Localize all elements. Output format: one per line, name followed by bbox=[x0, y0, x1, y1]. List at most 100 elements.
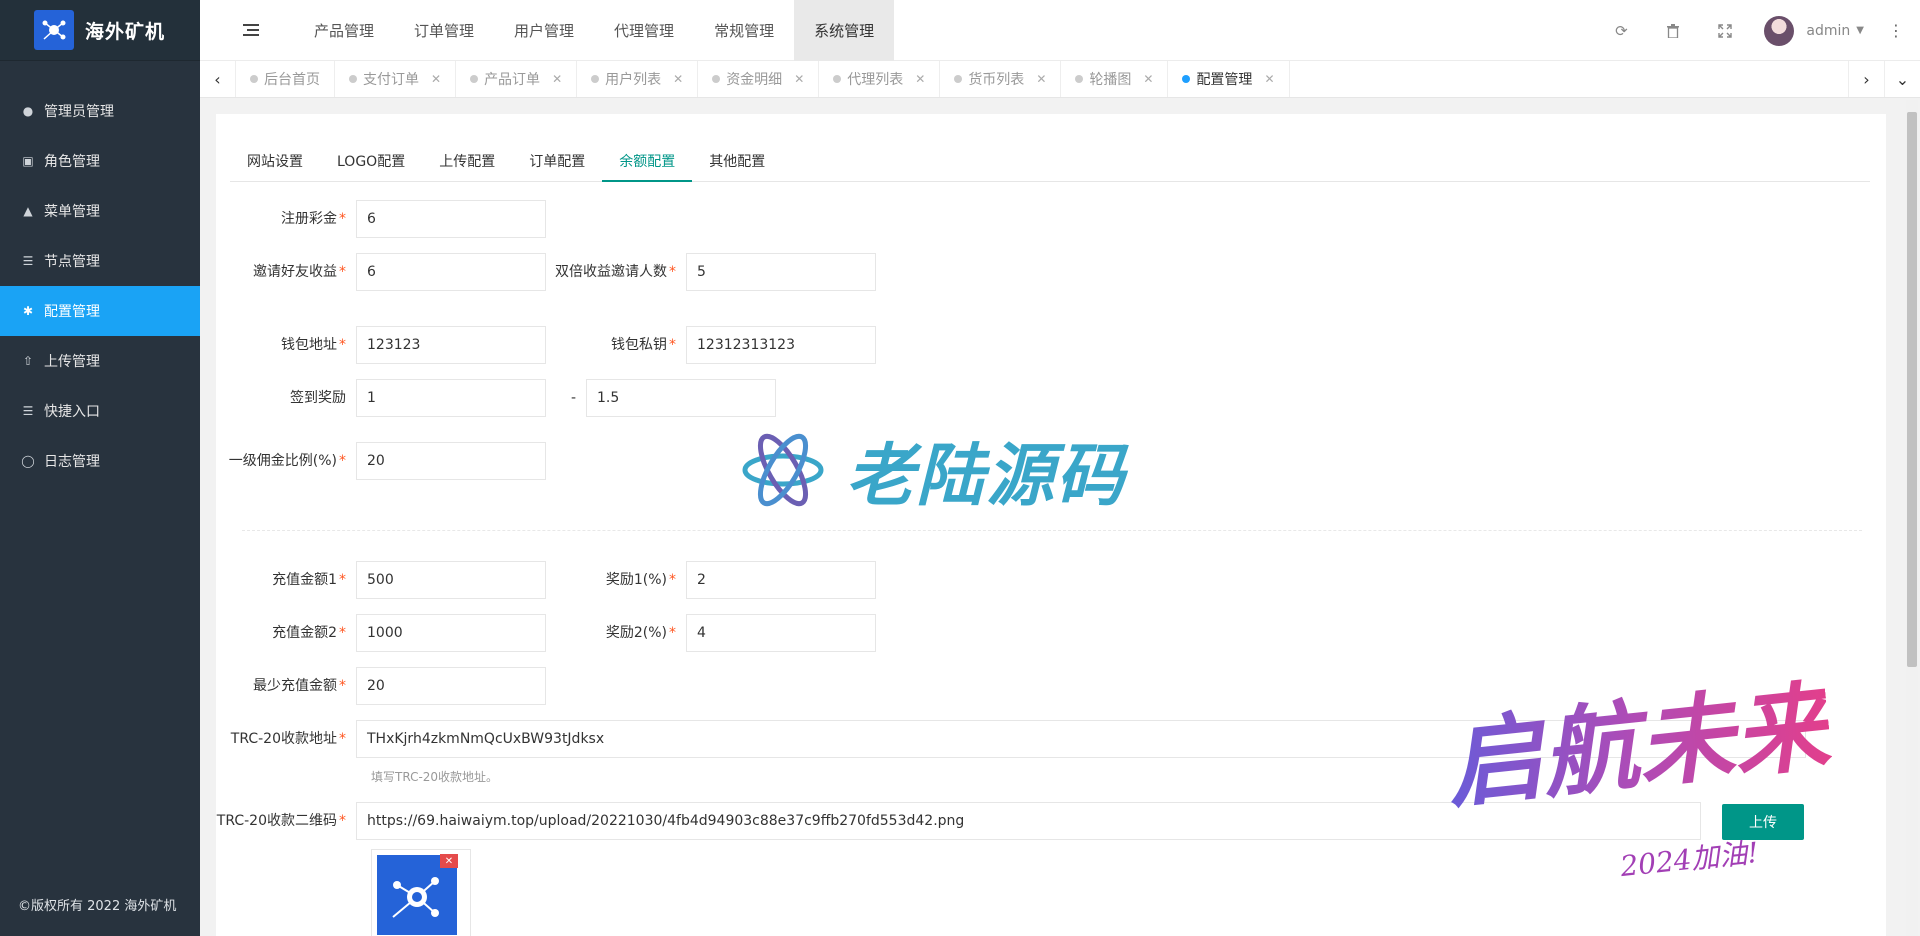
page-tab-config[interactable]: 配置管理 ✕ bbox=[1168, 61, 1290, 97]
sidebar-item-admin[interactable]: ● 管理员管理 bbox=[0, 86, 200, 136]
menu-toggle-icon[interactable] bbox=[236, 15, 266, 45]
qr-thumbnail[interactable]: ✕ bbox=[371, 849, 471, 936]
field-label: 钱包地址 * bbox=[281, 337, 346, 353]
page-tab-home[interactable]: 后台首页 bbox=[236, 61, 335, 97]
sidebar-item-menu[interactable]: ▲ 菜单管理 bbox=[0, 186, 200, 236]
field-recharge1: 充值金额1 * 500 bbox=[216, 561, 546, 599]
page-tab-funds[interactable]: 资金明细 ✕ bbox=[698, 61, 820, 97]
field-label: TRC-20收款二维码 * bbox=[216, 813, 346, 829]
checkin-reward-max-input[interactable]: 1.5 bbox=[586, 379, 776, 417]
header-right: ⟳ admin ▼ ⋮ bbox=[1608, 0, 1920, 61]
level1-commission-input[interactable]: 20 bbox=[356, 442, 546, 480]
sidebar-menu: ● 管理员管理 ▣ 角色管理 ▲ 菜单管理 ☰ 节点管理 ✱ 配置管理 ⇧ 上传管理 ☰ 快捷… bbox=[0, 86, 200, 486]
sidebar-item-upload[interactable]: ⇧ 上传管理 bbox=[0, 336, 200, 386]
sidebar-item-label: 角色管理 bbox=[44, 154, 100, 170]
field-min-recharge: 最少充值金额 * 20 bbox=[216, 667, 546, 705]
more-icon[interactable]: ⋮ bbox=[1888, 21, 1904, 40]
sidebar-item-label: 日志管理 bbox=[44, 454, 100, 470]
close-icon[interactable]: ✕ bbox=[1264, 72, 1274, 86]
delete-image-icon[interactable]: ✕ bbox=[440, 854, 458, 868]
avatar[interactable] bbox=[1764, 15, 1795, 46]
tab-dot-icon bbox=[1075, 75, 1084, 83]
min-recharge-input[interactable]: 20 bbox=[356, 667, 546, 705]
field-label: 奖励2(%) * bbox=[605, 625, 676, 641]
field-label: 钱包私钥 * bbox=[611, 337, 676, 353]
top-nav-user[interactable]: 用户管理 bbox=[494, 0, 594, 61]
recharge1-input[interactable]: 500 bbox=[356, 561, 546, 599]
form-tab-site[interactable]: 网站设置 bbox=[230, 142, 320, 182]
brand[interactable]: 海外矿机 bbox=[0, 0, 200, 61]
field-label: 注册彩金 * bbox=[281, 211, 346, 227]
form-tabs: 网站设置 LOGO配置 上传配置 订单配置 余额配置 其他配置 bbox=[230, 142, 1870, 182]
wallet-address-input[interactable]: 123123 bbox=[356, 326, 546, 364]
wallet-key-input[interactable]: 12312313123 bbox=[686, 326, 876, 364]
watermark-center-text: 老陆源码 bbox=[846, 437, 1127, 516]
checkin-reward-min-input[interactable]: 1 bbox=[356, 379, 546, 417]
top-nav-general[interactable]: 常规管理 bbox=[694, 0, 794, 61]
form-tab-other[interactable]: 其他配置 bbox=[692, 142, 782, 182]
fullscreen-icon[interactable] bbox=[1712, 18, 1738, 44]
sidebar-item-label: 快捷入口 bbox=[44, 404, 100, 420]
page-tab-product-order[interactable]: 产品订单 ✕ bbox=[456, 61, 578, 97]
tabs-dropdown-icon[interactable]: ⌄ bbox=[1884, 61, 1920, 97]
tabs-scroll-left-icon[interactable]: ‹ bbox=[200, 61, 236, 97]
trc20-address-hint: 填写TRC-20收款地址。 bbox=[371, 770, 499, 784]
sidebar-item-label: 上传管理 bbox=[44, 354, 100, 370]
invite-income-input[interactable]: 6 bbox=[356, 253, 546, 291]
page-tab-label: 代理列表 bbox=[847, 72, 904, 88]
sidebar-item-label: 节点管理 bbox=[44, 254, 100, 270]
form-tab-upload[interactable]: 上传配置 bbox=[422, 142, 512, 182]
page-tab-carousel[interactable]: 轮播图 ✕ bbox=[1061, 61, 1169, 97]
sidebar-item-shortcut[interactable]: ☰ 快捷入口 bbox=[0, 386, 200, 436]
close-icon[interactable]: ✕ bbox=[1143, 72, 1153, 86]
top-nav-product[interactable]: 产品管理 bbox=[294, 0, 394, 61]
refresh-icon[interactable]: ⟳ bbox=[1608, 18, 1634, 44]
close-icon[interactable]: ✕ bbox=[431, 72, 441, 86]
reward2-input[interactable]: 4 bbox=[686, 614, 876, 652]
reward1-input[interactable]: 2 bbox=[686, 561, 876, 599]
brand-logo-icon bbox=[34, 10, 74, 50]
page-tab-user-list[interactable]: 用户列表 ✕ bbox=[577, 61, 699, 97]
header: 产品管理 订单管理 用户管理 代理管理 常规管理 系统管理 ⟳ admin ▼ … bbox=[200, 0, 1920, 61]
page-tab-label: 货币列表 bbox=[968, 72, 1025, 88]
form-tab-logo[interactable]: LOGO配置 bbox=[320, 142, 422, 182]
top-nav-system[interactable]: 系统管理 bbox=[794, 0, 895, 61]
register-bonus-input[interactable]: 6 bbox=[356, 200, 546, 238]
close-icon[interactable]: ✕ bbox=[915, 72, 925, 86]
page-scrollbar[interactable] bbox=[1906, 100, 1918, 936]
caret-down-icon[interactable]: ▼ bbox=[1856, 25, 1864, 36]
sidebar-item-role[interactable]: ▣ 角色管理 bbox=[0, 136, 200, 186]
tabs-scroll-right-icon[interactable]: › bbox=[1848, 61, 1884, 97]
page-tab-label: 资金明细 bbox=[726, 72, 783, 88]
page-tab-pay-order[interactable]: 支付订单 ✕ bbox=[335, 61, 457, 97]
page-tabs-bar: ‹ 后台首页 支付订单 ✕ 产品订单 ✕ 用户列表 ✕ 资金明细 ✕ 代理列表 ✕ 货币列… bbox=[200, 61, 1920, 98]
recharge2-input[interactable]: 1000 bbox=[356, 614, 546, 652]
user-name[interactable]: admin bbox=[1806, 23, 1850, 39]
field-register-bonus: 注册彩金 * 6 bbox=[216, 200, 546, 238]
watermark-center: 老陆源码 bbox=[740, 420, 1126, 519]
sidebar-item-node[interactable]: ☰ 节点管理 bbox=[0, 236, 200, 286]
double-invite-count-input[interactable]: 5 bbox=[686, 253, 876, 291]
sidebar-item-config[interactable]: ✱ 配置管理 bbox=[0, 286, 200, 336]
user-icon: ● bbox=[22, 104, 34, 118]
close-icon[interactable]: ✕ bbox=[552, 72, 562, 86]
trash-icon[interactable] bbox=[1660, 18, 1686, 44]
form-tab-balance[interactable]: 余额配置 bbox=[602, 142, 693, 182]
field-double-invite-count: 双倍收益邀请人数 * 5 bbox=[546, 253, 876, 291]
top-nav-agent[interactable]: 代理管理 bbox=[594, 0, 694, 61]
top-nav-order[interactable]: 订单管理 bbox=[394, 0, 494, 61]
form-tab-order[interactable]: 订单配置 bbox=[512, 142, 602, 182]
field-label: 充值金额1 * bbox=[272, 572, 346, 588]
field-label: 双倍收益邀请人数 * bbox=[555, 264, 676, 280]
close-icon[interactable]: ✕ bbox=[794, 72, 804, 86]
field-label: 充值金额2 * bbox=[272, 625, 346, 641]
scrollbar-thumb[interactable] bbox=[1907, 112, 1917, 667]
page-tab-agent-list[interactable]: 代理列表 ✕ bbox=[819, 61, 941, 97]
page-tab-label: 支付订单 bbox=[363, 72, 419, 88]
close-icon[interactable]: ✕ bbox=[673, 72, 683, 86]
tab-dot-icon bbox=[954, 75, 963, 83]
page-tab-currency-list[interactable]: 货币列表 ✕ bbox=[940, 61, 1062, 97]
sidebar-item-log[interactable]: ◯ 日志管理 bbox=[0, 436, 200, 486]
close-icon[interactable]: ✕ bbox=[1036, 72, 1046, 86]
range-separator: - bbox=[571, 390, 577, 406]
